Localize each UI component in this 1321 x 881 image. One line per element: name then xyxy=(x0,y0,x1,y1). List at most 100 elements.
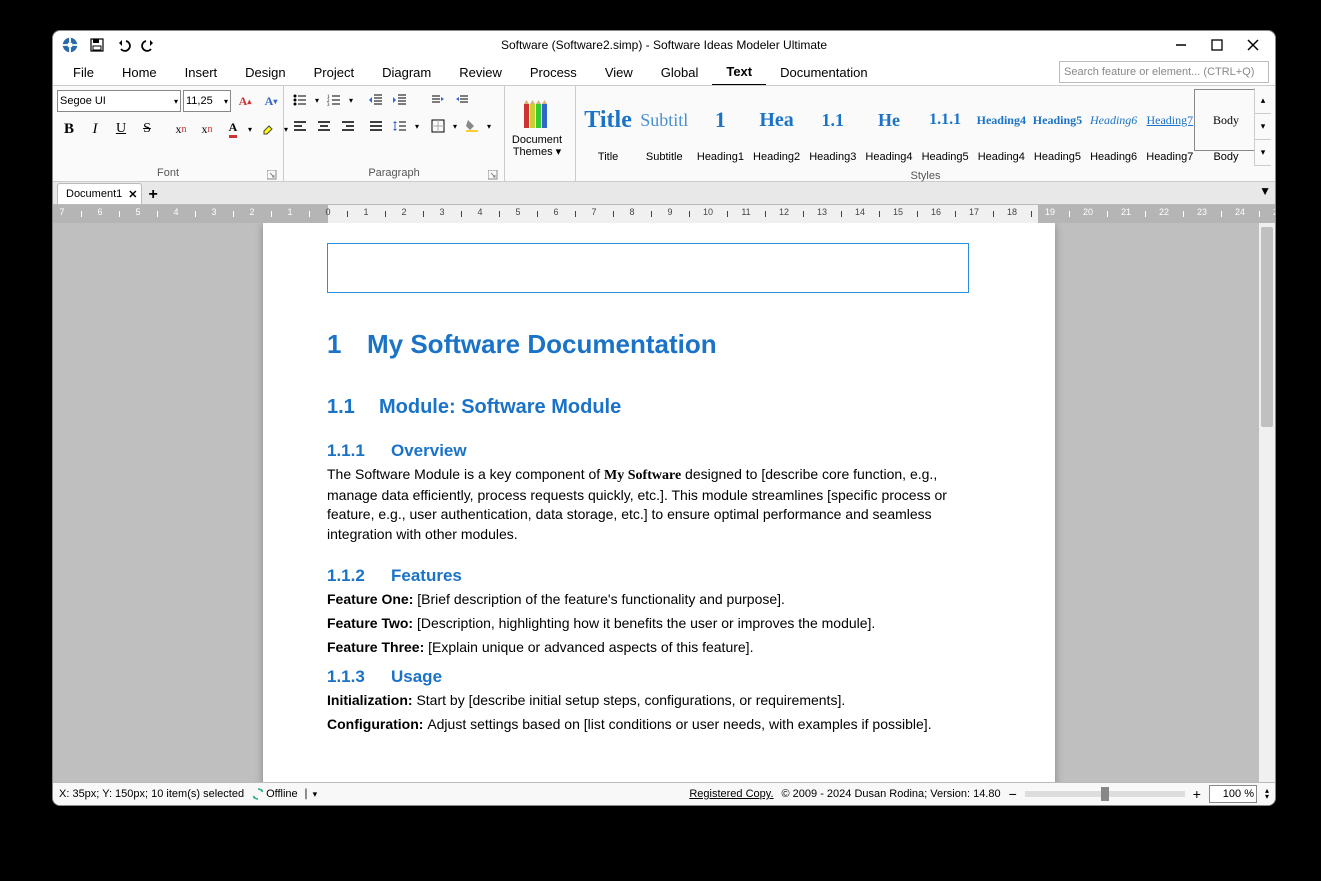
doc-h3-features: 1.1.2Features xyxy=(327,566,991,586)
subscript-button[interactable]: xn xyxy=(169,117,193,141)
add-tab-button[interactable]: + xyxy=(148,186,157,204)
underline-button[interactable]: U xyxy=(109,117,133,141)
highlight-button[interactable] xyxy=(257,117,281,141)
font-family-combo[interactable]: Segoe UI▾ xyxy=(57,90,181,112)
style-item-body[interactable]: BodyBody xyxy=(1198,88,1254,168)
font-size-combo[interactable]: 11,25▾ xyxy=(183,90,231,112)
strikethrough-button[interactable]: S xyxy=(135,117,159,141)
menu-project[interactable]: Project xyxy=(300,59,368,85)
menu-insert[interactable]: Insert xyxy=(171,59,232,85)
menu-documentation[interactable]: Documentation xyxy=(766,59,881,85)
redo-button[interactable] xyxy=(139,35,159,55)
borders-button[interactable] xyxy=(426,114,450,138)
style-item-heading4[interactable]: HeHeading4 xyxy=(861,88,917,168)
tabstrip-menu-icon[interactable]: ▼ xyxy=(1259,184,1271,198)
menu-home[interactable]: Home xyxy=(108,59,171,85)
font-color-button[interactable]: A xyxy=(221,117,245,141)
zoom-slider[interactable] xyxy=(1025,791,1185,797)
font-group-label: Font xyxy=(157,167,179,179)
styles-group-label: Styles xyxy=(911,170,941,182)
ribbon-group-styles: TitleTitleSubtitlSubtitle1Heading1HeaHea… xyxy=(576,86,1275,181)
themes-label: Document Themes ▾ xyxy=(509,134,565,158)
document-tab[interactable]: Document1 ✕ xyxy=(57,183,142,204)
close-tab-icon[interactable]: ✕ xyxy=(128,188,137,201)
shading-button[interactable] xyxy=(460,114,484,138)
menu-design[interactable]: Design xyxy=(231,59,299,85)
style-item-heading1[interactable]: 1Heading1 xyxy=(692,88,748,168)
style-item-heading4[interactable]: Heading4Heading4 xyxy=(973,88,1029,168)
rtl-button[interactable] xyxy=(450,88,474,112)
line-spacing-dropdown[interactable]: ▾ xyxy=(412,115,422,137)
zoom-input[interactable] xyxy=(1209,785,1257,803)
statusbar: X: 35px; Y: 150px; 10 item(s) selected O… xyxy=(53,782,1275,805)
doc-feature-3: Feature Three: [Explain unique or advanc… xyxy=(327,638,967,658)
align-left-button[interactable] xyxy=(288,114,312,138)
menu-file[interactable]: File xyxy=(59,59,108,85)
undo-button[interactable] xyxy=(113,35,133,55)
italic-button[interactable]: I xyxy=(83,117,107,141)
zoom-spinner[interactable]: ▴▾ xyxy=(1265,788,1269,801)
numbering-button[interactable]: 123 xyxy=(322,88,346,112)
close-button[interactable] xyxy=(1235,31,1271,59)
style-item-subtitle[interactable]: SubtitlSubtitle xyxy=(636,88,692,168)
horizontal-ruler[interactable]: 7654321012345678910111213141516171819202… xyxy=(53,205,1275,223)
shading-dropdown[interactable]: ▾ xyxy=(484,115,494,137)
menu-text[interactable]: Text xyxy=(712,58,766,86)
document-tab-label: Document1 xyxy=(66,188,122,200)
font-color-dropdown[interactable]: ▾ xyxy=(245,118,255,140)
style-item-heading5[interactable]: 1.1.1Heading5 xyxy=(917,88,973,168)
zoom-out-button[interactable]: − xyxy=(1009,786,1017,802)
numbering-dropdown[interactable]: ▾ xyxy=(346,89,356,111)
decrease-indent-button[interactable] xyxy=(364,88,388,112)
borders-dropdown[interactable]: ▾ xyxy=(450,115,460,137)
gallery-scroll-down[interactable]: ▾ xyxy=(1255,114,1271,140)
style-item-heading7[interactable]: Heading7Heading7 xyxy=(1142,88,1198,168)
font-dialog-launcher[interactable] xyxy=(267,170,277,180)
app-icon xyxy=(61,36,79,54)
style-item-title[interactable]: TitleTitle xyxy=(580,88,636,168)
style-item-heading3[interactable]: 1.1Heading3 xyxy=(805,88,861,168)
menu-review[interactable]: Review xyxy=(445,59,516,85)
selection-box[interactable] xyxy=(327,243,969,293)
vertical-scrollbar[interactable] xyxy=(1259,223,1275,782)
grow-font-button[interactable]: A▴ xyxy=(233,89,257,113)
ltr-button[interactable] xyxy=(426,88,450,112)
zoom-in-button[interactable]: + xyxy=(1193,786,1201,802)
status-offline[interactable]: Offline xyxy=(252,788,298,800)
app-window: Software (Software2.simp) - Software Ide… xyxy=(52,30,1276,806)
align-center-button[interactable] xyxy=(312,114,336,138)
bold-button[interactable]: B xyxy=(57,117,81,141)
document-themes-button[interactable]: Document Themes ▾ xyxy=(509,88,565,168)
document-page[interactable]: 1My Software Documentation 1.1Module: So… xyxy=(263,223,1055,782)
search-input[interactable]: Search feature or element... (CTRL+Q) xyxy=(1059,61,1269,83)
bullets-button[interactable] xyxy=(288,88,312,112)
ribbon: Segoe UI▾ 11,25▾ A▴ A▾ B I U S xn xn A▾ … xyxy=(53,85,1275,182)
svg-text:2: 2 xyxy=(327,99,330,104)
menu-process[interactable]: Process xyxy=(516,59,591,85)
gallery-expand[interactable]: ▾ xyxy=(1255,140,1271,166)
gallery-scroll-up[interactable]: ▴ xyxy=(1255,88,1271,114)
save-button[interactable] xyxy=(87,35,107,55)
status-dropdown-icon[interactable]: ▏▾ xyxy=(306,789,317,800)
align-justify-button[interactable] xyxy=(364,114,388,138)
line-spacing-button[interactable] xyxy=(388,114,412,138)
menubar: File Home Insert Design Project Diagram … xyxy=(53,59,1275,85)
menu-global[interactable]: Global xyxy=(647,59,713,85)
superscript-button[interactable]: xn xyxy=(195,117,219,141)
menu-view[interactable]: View xyxy=(591,59,647,85)
minimize-button[interactable] xyxy=(1163,31,1199,59)
ribbon-group-themes: Document Themes ▾ xyxy=(505,86,576,181)
svg-text:1: 1 xyxy=(327,95,330,100)
menu-diagram[interactable]: Diagram xyxy=(368,59,445,85)
maximize-button[interactable] xyxy=(1199,31,1235,59)
style-item-heading5[interactable]: Heading5Heading5 xyxy=(1029,88,1085,168)
status-registered[interactable]: Registered Copy. xyxy=(689,788,773,800)
style-item-heading6[interactable]: Heading6Heading6 xyxy=(1086,88,1142,168)
paragraph-dialog-launcher[interactable] xyxy=(488,170,498,180)
shrink-font-button[interactable]: A▾ xyxy=(259,89,283,113)
bullets-dropdown[interactable]: ▾ xyxy=(312,89,322,111)
style-item-heading2[interactable]: HeaHeading2 xyxy=(749,88,805,168)
scrollbar-thumb[interactable] xyxy=(1261,227,1273,427)
align-right-button[interactable] xyxy=(336,114,360,138)
increase-indent-button[interactable] xyxy=(388,88,412,112)
